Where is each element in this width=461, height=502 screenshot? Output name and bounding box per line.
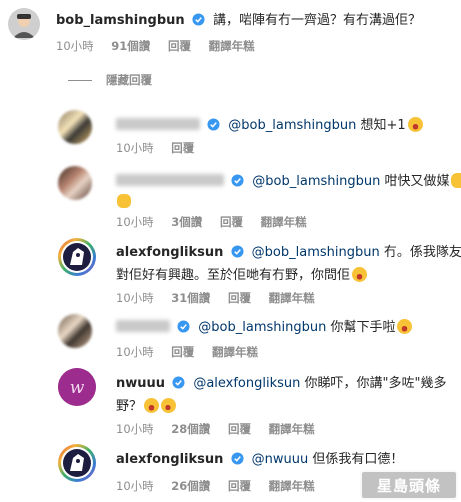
mention-link[interactable]: @bob_lamshingbun bbox=[252, 174, 380, 189]
reply-button[interactable]: 回覆 bbox=[228, 291, 251, 305]
rolling-laughing-emoji-icon bbox=[158, 395, 179, 416]
comment-time[interactable]: 10小時 bbox=[116, 422, 154, 436]
translate-button[interactable]: 翻譯年糕 bbox=[212, 345, 258, 359]
hide-replies-label: 隱藏回覆 bbox=[106, 73, 152, 87]
comment-4-text: @bob_lamshingbun 你幫下手啦 bbox=[116, 318, 413, 337]
translate-button[interactable]: 翻譯年糕 bbox=[269, 291, 315, 305]
post-likes[interactable]: 91個讚 bbox=[111, 39, 150, 53]
post-text: 講，啱陣有冇一齊過？有冇溝過佢？ bbox=[212, 13, 421, 28]
user-avatar-icon bbox=[8, 8, 40, 40]
verified-badge-icon bbox=[172, 376, 185, 389]
laughing-emoji-icon bbox=[352, 267, 368, 282]
laughing-emoji-icon bbox=[397, 319, 413, 334]
mention-link[interactable]: @bob_lamshingbun bbox=[252, 245, 380, 260]
comment-4-meta: 10小時 回覆 翻譯年糕 bbox=[116, 344, 272, 360]
reply-button[interactable]: 回覆 bbox=[228, 422, 251, 436]
post-reply-button[interactable]: 回覆 bbox=[168, 39, 191, 53]
comment-likes[interactable]: 31個讚 bbox=[171, 291, 210, 305]
translate-button[interactable]: 翻譯年糕 bbox=[269, 479, 315, 493]
post-username[interactable]: bob_lamshingbun bbox=[56, 13, 185, 28]
avatar[interactable] bbox=[58, 238, 96, 276]
reply-button[interactable]: 回覆 bbox=[228, 479, 251, 493]
comment-username[interactable]: alexfongliksun bbox=[116, 452, 223, 467]
comment-body: 對佢好有興趣。至於佢哋有冇野，你問佢 bbox=[116, 268, 351, 283]
verified-badge-icon bbox=[177, 320, 190, 333]
avatar[interactable] bbox=[8, 8, 40, 40]
blurred-username[interactable] bbox=[116, 174, 224, 186]
laughing-emoji-icon bbox=[407, 117, 423, 132]
comment-body: 咁快又做媒 bbox=[384, 174, 450, 189]
avatar[interactable]: w bbox=[58, 368, 96, 406]
comment-3-meta: 10小時 31個讚 回覆 翻譯年糕 bbox=[116, 290, 329, 306]
w-logo-icon: w bbox=[58, 368, 96, 406]
divider-line bbox=[68, 80, 92, 81]
clapping-hands-emoji-icon bbox=[451, 173, 461, 188]
avatar[interactable] bbox=[58, 166, 92, 200]
post-caption: bob_lamshingbun 講，啱陣有冇一齊過？有冇溝過佢？ bbox=[56, 11, 421, 30]
blurred-username[interactable] bbox=[116, 320, 170, 332]
comment-username[interactable]: alexfongliksun bbox=[116, 245, 223, 260]
user-avatar-icon bbox=[61, 447, 93, 479]
reply-button[interactable]: 回覆 bbox=[171, 345, 194, 359]
verified-badge-icon bbox=[207, 118, 220, 131]
verified-badge-icon bbox=[231, 174, 244, 187]
reply-button[interactable]: 回覆 bbox=[171, 141, 194, 155]
post-time[interactable]: 10小時 bbox=[56, 39, 94, 53]
verified-badge-icon bbox=[192, 13, 205, 26]
comment-6-text: alexfongliksun @nwuuu 但係我有口德！ bbox=[116, 450, 403, 469]
blurred-username[interactable] bbox=[116, 118, 200, 130]
mention-link[interactable]: @bob_lamshingbun bbox=[198, 320, 326, 335]
verified-badge-icon bbox=[230, 452, 244, 465]
comment-6-meta: 10小時 26個讚 回覆 翻譯年糕 bbox=[116, 478, 329, 494]
comment-body: 野？ bbox=[116, 399, 143, 414]
reply-button[interactable]: 回覆 bbox=[220, 215, 243, 229]
comment-body: 你幫下手啦 bbox=[330, 320, 396, 335]
translate-button[interactable]: 翻譯年糕 bbox=[261, 215, 307, 229]
clapping-hands-emoji-icon bbox=[117, 194, 131, 208]
comment-body: 想知+1 bbox=[360, 118, 406, 133]
mention-link[interactable]: @alexfongliksun bbox=[193, 376, 300, 391]
user-avatar-icon bbox=[61, 241, 93, 273]
comment-time[interactable]: 10小時 bbox=[116, 215, 154, 229]
comment-body: 你睇吓，你講"多咗"幾多 bbox=[304, 376, 447, 391]
verified-badge-icon bbox=[230, 245, 244, 258]
comment-time[interactable]: 10小時 bbox=[116, 141, 154, 155]
comment-3-text: alexfongliksun @bob_lamshingbun 冇。係我隊友 bbox=[116, 243, 461, 262]
comment-likes[interactable]: 28個讚 bbox=[171, 422, 210, 436]
avatar[interactable] bbox=[58, 444, 96, 482]
comment-time[interactable]: 10小時 bbox=[116, 479, 154, 493]
comment-2-text: @bob_lamshingbun 咁快又做媒 bbox=[116, 172, 461, 191]
comment-2-meta: 10小時 3個讚 回覆 翻譯年糕 bbox=[116, 214, 321, 230]
comment-likes[interactable]: 26個讚 bbox=[171, 479, 210, 493]
watermark-logo: 星島頭條 bbox=[360, 470, 458, 500]
comment-body: 但係我有口德！ bbox=[312, 452, 404, 467]
comment-5-text-line2: 野？ bbox=[116, 395, 179, 416]
svg-text:w: w bbox=[70, 378, 85, 398]
comment-3-text-line2: 對佢好有興趣。至於佢哋有冇野，你問佢 bbox=[116, 266, 368, 285]
comment-username[interactable]: nwuuu bbox=[116, 376, 165, 391]
laughing-emoji-icon bbox=[144, 398, 160, 413]
watermark-text: 星島頭條 bbox=[376, 477, 441, 495]
avatar[interactable] bbox=[58, 110, 92, 144]
mention-link[interactable]: @bob_lamshingbun bbox=[228, 118, 356, 133]
comment-body: 冇。係我隊友 bbox=[383, 245, 461, 260]
comment-likes[interactable]: 3個讚 bbox=[171, 215, 202, 229]
mention-link[interactable]: @nwuuu bbox=[252, 452, 309, 467]
avatar[interactable] bbox=[58, 314, 92, 348]
post-translate-button[interactable]: 翻譯年糕 bbox=[209, 39, 255, 53]
comment-time[interactable]: 10小時 bbox=[116, 345, 154, 359]
comment-5-meta: 10小時 28個讚 回覆 翻譯年糕 bbox=[116, 421, 329, 437]
comment-1-text: @bob_lamshingbun 想知+1 bbox=[116, 116, 423, 135]
comment-time[interactable]: 10小時 bbox=[116, 291, 154, 305]
comment-1-meta: 10小時 回覆 bbox=[116, 140, 208, 156]
translate-button[interactable]: 翻譯年糕 bbox=[269, 422, 315, 436]
comment-5-text: nwuuu @alexfongliksun 你睇吓，你講"多咗"幾多 bbox=[116, 374, 447, 393]
post-meta: 10小時 91個讚 回覆 翻譯年糕 bbox=[56, 38, 269, 54]
